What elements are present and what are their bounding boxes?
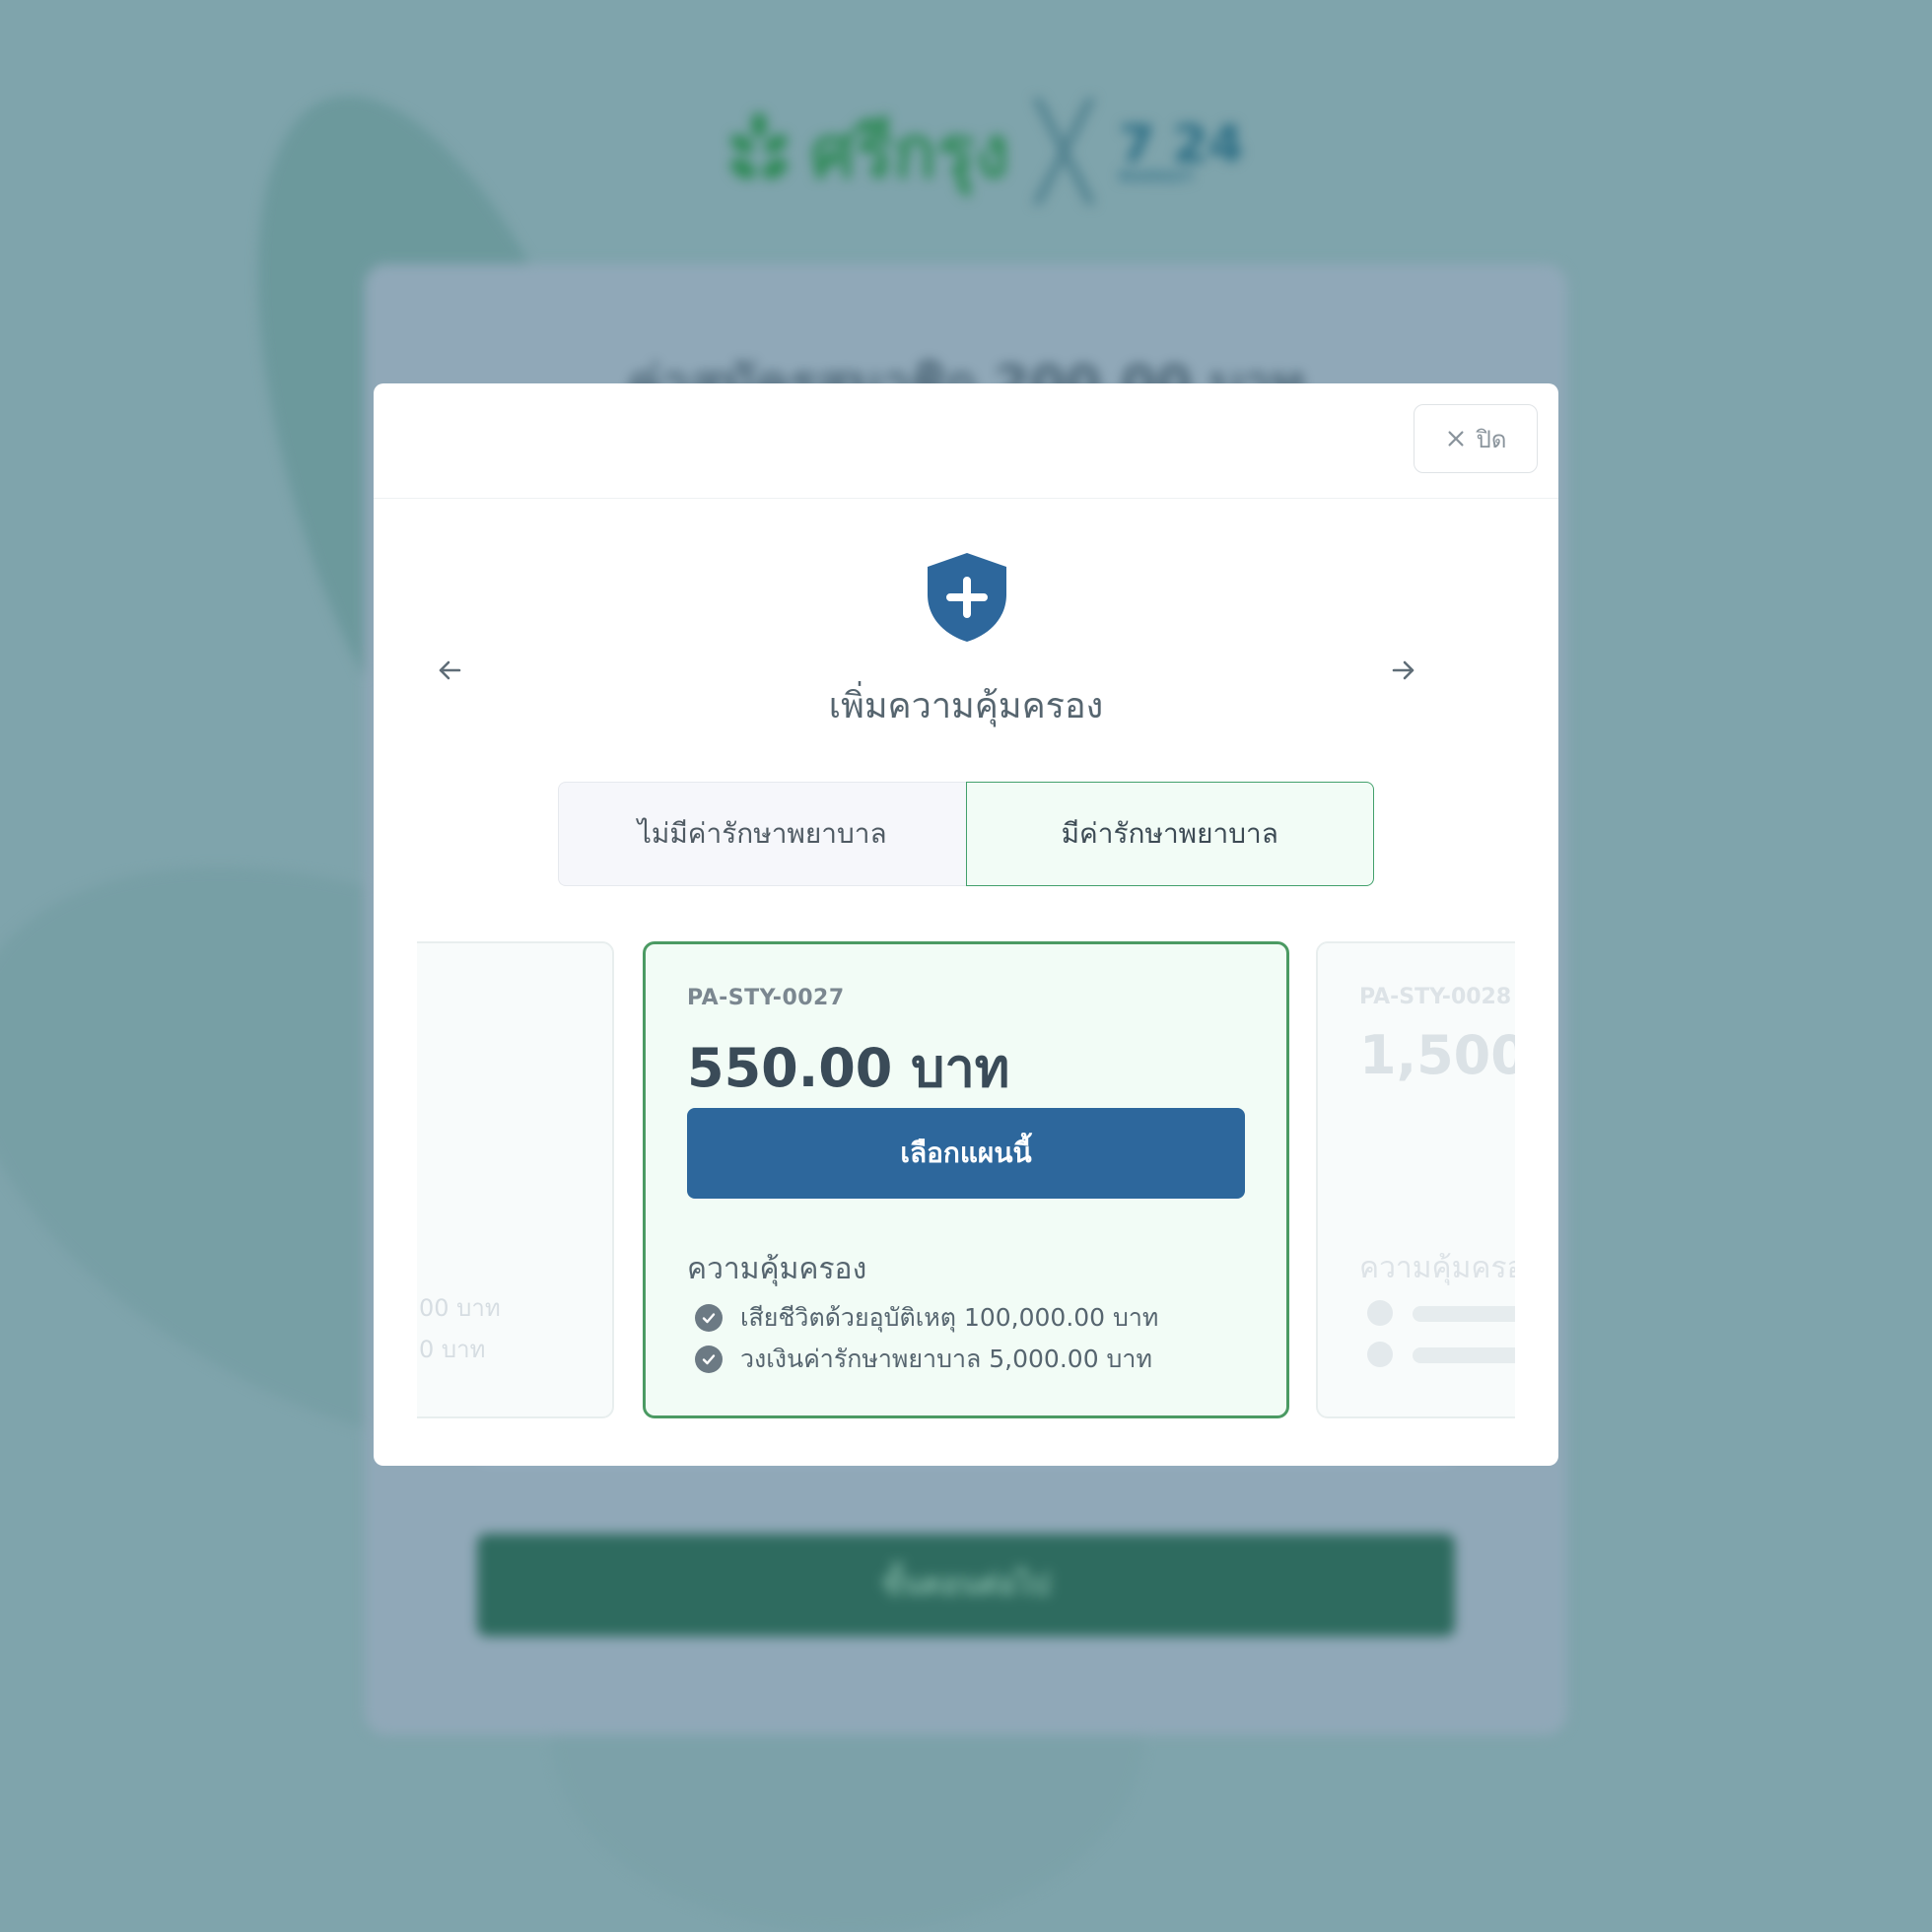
brand-name: ศรีกรุง — [810, 110, 1009, 193]
next-step-button: ขั้นตอนต่อไป — [477, 1534, 1455, 1636]
next-plan-code: PA-STY-0028 — [1359, 985, 1512, 1009]
shield-plus-icon — [928, 553, 1006, 642]
next-plan-button[interactable] — [1364, 631, 1443, 710]
coverage-placeholder — [1413, 1347, 1515, 1363]
coverage-item: เสียชีวิตด้วยอุบัติเหตุ 100,000.00 บาท — [695, 1297, 1158, 1339]
plan-card-selected[interactable]: PA-STY-0027 550.00 บาท เลือกแผนนี้ ความค… — [643, 941, 1289, 1418]
plan-card-previous[interactable]: 00 บาท 0 บาท — [417, 941, 614, 1418]
partner-logo: 7 24 MARKET — [1119, 114, 1244, 185]
next-plan-price: 1,500. — [1359, 1024, 1515, 1086]
check-circle-icon — [1367, 1300, 1393, 1326]
plan-carousel: 00 บาท 0 บาท PA-STY-0027 550.00 บาท เลือ… — [417, 941, 1515, 1424]
coverage-type-tabs: ไม่มีค่ารักษาพยาบาล มีค่ารักษาพยาบาล — [558, 782, 1374, 886]
partner-x: ╳ — [1036, 99, 1092, 204]
coverage-item-text: เสียชีวิตด้วยอุบัติเหตุ 100,000.00 บาท — [740, 1303, 1159, 1332]
brand-logo: ศรีกรุง ╳ 7 24 MARKET — [726, 95, 1244, 208]
coverage-placeholder — [1413, 1306, 1515, 1322]
select-plan-button[interactable]: เลือกแผนนี้ — [687, 1108, 1245, 1199]
sprout-icon — [726, 111, 792, 191]
check-circle-icon — [695, 1304, 723, 1332]
prev-plan-line: 00 บาท — [419, 1294, 501, 1322]
close-label: ปิด — [1476, 425, 1507, 453]
coverage-modal: ปิด เพิ่มความคุ้มครอง ไม่มีค่ารักษาพยาบา… — [374, 383, 1558, 1466]
prev-plan-line: 0 บาท — [419, 1336, 486, 1363]
previous-plan-button[interactable] — [410, 631, 489, 710]
tab-no-medical[interactable]: ไม่มีค่ารักษาพยาบาล — [558, 782, 966, 886]
next-plan-coverage-title: ความคุ้มครอง — [1359, 1251, 1515, 1285]
modal-header: ปิด — [374, 383, 1558, 499]
check-circle-icon — [695, 1346, 723, 1373]
arrow-left-icon — [439, 660, 461, 680]
check-circle-icon — [1367, 1342, 1393, 1367]
close-icon — [1448, 431, 1464, 447]
coverage-item: วงเงินค่ารักษาพยาบาล 5,000.00 บาท — [695, 1339, 1158, 1380]
arrow-right-icon — [1392, 660, 1414, 680]
tab-with-medical[interactable]: มีค่ารักษาพยาบาล — [965, 782, 1374, 886]
coverage-title: ความคุ้มครอง — [687, 1252, 867, 1286]
plan-card-next[interactable]: PA-STY-0028 1,500. ความคุ้มครอง — [1316, 941, 1515, 1418]
coverage-item-text: วงเงินค่ารักษาพยาบาล 5,000.00 บาท — [740, 1345, 1152, 1373]
close-button[interactable]: ปิด — [1414, 404, 1538, 473]
plan-price: 550.00 บาท — [687, 1037, 1010, 1099]
plan-code: PA-STY-0027 — [687, 986, 845, 1010]
coverage-list: เสียชีวิตด้วยอุบัติเหตุ 100,000.00 บาท ว… — [695, 1297, 1158, 1380]
